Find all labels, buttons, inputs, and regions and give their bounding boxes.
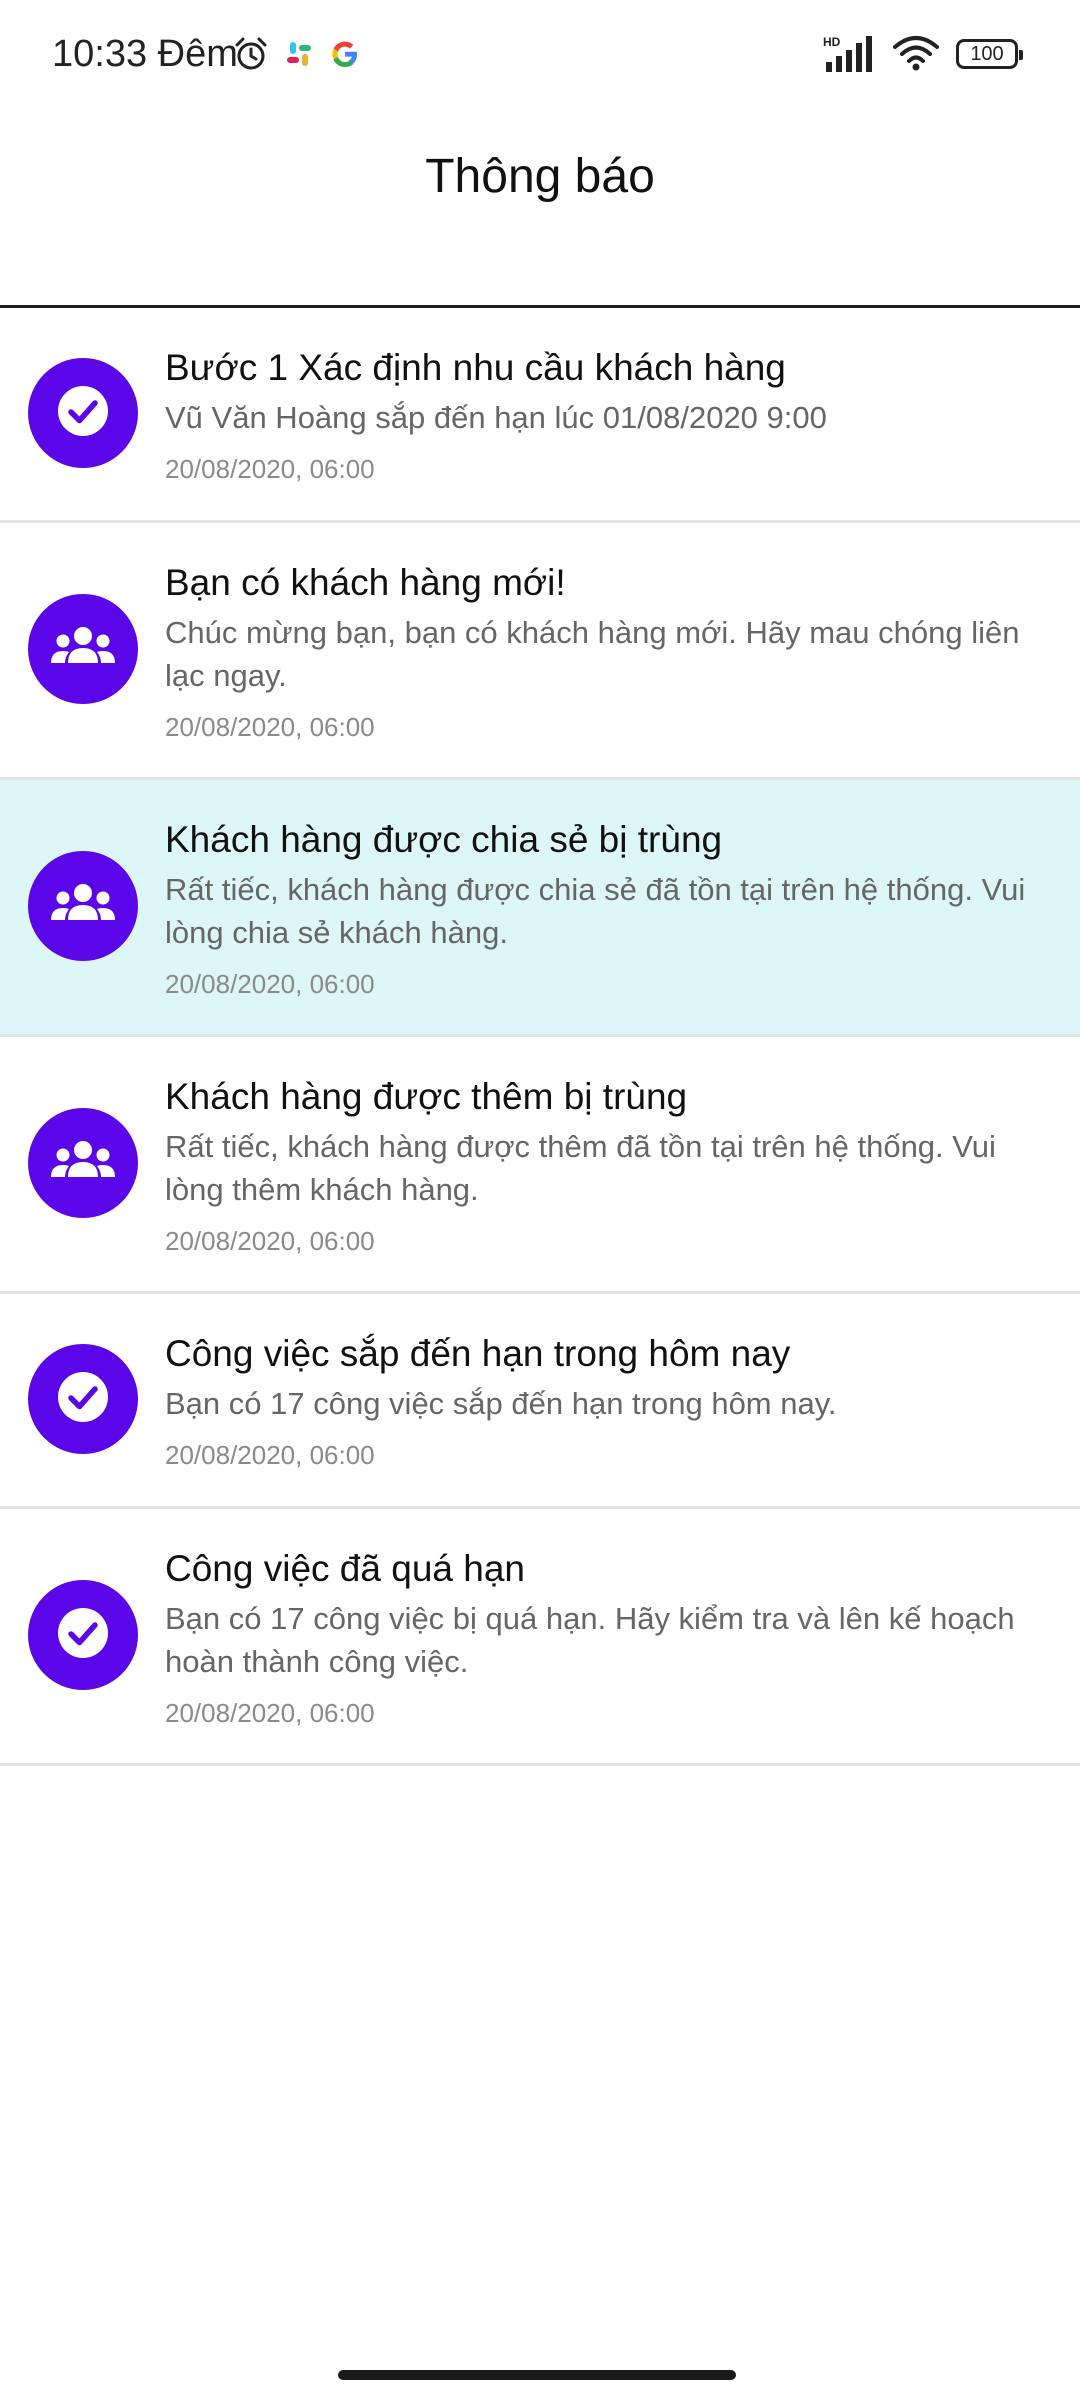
battery-icon: 100	[956, 39, 1023, 69]
notification-title: Khách hàng được chia sẻ bị trùng	[165, 819, 723, 860]
notification-body: Chúc mừng bạn, bạn có khách hàng mới. Hã…	[165, 615, 1020, 693]
notification-avatar	[28, 851, 138, 961]
notification-avatar	[28, 594, 138, 704]
wifi-icon	[892, 35, 940, 73]
notification-content: Bạn có khách hàng mới! Chúc mừng bạn, bạ…	[165, 559, 1052, 745]
app-header: Thông báo	[0, 108, 1080, 308]
notification-item[interactable]: Khách hàng được thêm bị trùng Rất tiếc, …	[0, 1037, 1080, 1294]
notification-content: Khách hàng được thêm bị trùng Rất tiếc, …	[165, 1073, 1052, 1259]
notification-item[interactable]: Khách hàng được chia sẻ bị trùng Rất tiế…	[0, 780, 1080, 1037]
alarm-icon	[232, 35, 270, 73]
notification-time: 20/08/2020, 06:00	[165, 454, 375, 484]
group-icon	[50, 1137, 116, 1190]
notification-title: Công việc sắp đến hạn trong hôm nay	[165, 1333, 791, 1374]
slack-icon	[284, 39, 314, 69]
hd-signal-icon: HD	[822, 34, 876, 74]
page-title: Thông báo	[425, 150, 655, 203]
status-left-icons	[232, 32, 362, 76]
notification-content: Khách hàng được chia sẻ bị trùng Rất tiế…	[165, 816, 1052, 1002]
notification-avatar	[28, 1108, 138, 1218]
notification-content: Công việc sắp đến hạn trong hôm nay Bạn …	[165, 1330, 1052, 1473]
svg-text:HD: HD	[823, 35, 841, 49]
notification-title: Bước 1 Xác định nhu cầu khách hàng	[165, 347, 786, 388]
notification-avatar	[28, 1580, 138, 1690]
notification-content: Bước 1 Xác định nhu cầu khách hàng Vũ Vă…	[165, 344, 1052, 487]
notification-time: 20/08/2020, 06:00	[165, 1226, 375, 1256]
google-icon	[328, 37, 362, 71]
status-bar: 10:33 Đêm HD 100	[0, 0, 1080, 108]
notification-list: Bước 1 Xác định nhu cầu khách hàng Vũ Vă…	[0, 308, 1080, 1766]
notification-item[interactable]: Công việc sắp đến hạn trong hôm nay Bạn …	[0, 1294, 1080, 1509]
notification-time: 20/08/2020, 06:00	[165, 1698, 375, 1728]
battery-level: 100	[970, 42, 1004, 65]
notification-time: 20/08/2020, 06:00	[165, 712, 375, 742]
notification-avatar	[28, 358, 138, 468]
notification-time: 20/08/2020, 06:00	[165, 1440, 375, 1470]
notification-item[interactable]: Công việc đã quá hạn Bạn có 17 công việc…	[0, 1509, 1080, 1766]
notification-title: Công việc đã quá hạn	[165, 1548, 525, 1589]
check-icon	[55, 383, 111, 444]
notification-body: Bạn có 17 công việc sắp đến hạn trong hô…	[165, 1386, 837, 1421]
notification-body: Bạn có 17 công việc bị quá hạn. Hãy kiểm…	[165, 1601, 1015, 1679]
notification-body: Vũ Văn Hoàng sắp đến hạn lúc 01/08/2020 …	[165, 400, 827, 435]
notification-avatar	[28, 1344, 138, 1454]
notification-time: 20/08/2020, 06:00	[165, 969, 375, 999]
notification-item[interactable]: Bước 1 Xác định nhu cầu khách hàng Vũ Vă…	[0, 308, 1080, 523]
check-icon	[55, 1605, 111, 1666]
notification-title: Bạn có khách hàng mới!	[165, 562, 566, 603]
notification-item[interactable]: Bạn có khách hàng mới! Chúc mừng bạn, bạ…	[0, 523, 1080, 780]
home-indicator[interactable]	[338, 2370, 736, 2380]
status-time: 10:33 Đêm	[52, 33, 238, 75]
group-icon	[50, 880, 116, 933]
group-icon	[50, 623, 116, 676]
notification-title: Khách hàng được thêm bị trùng	[165, 1076, 688, 1117]
notification-body: Rất tiếc, khách hàng được thêm đã tồn tạ…	[165, 1129, 996, 1207]
check-icon	[55, 1369, 111, 1430]
notification-body: Rất tiếc, khách hàng được chia sẻ đã tồn…	[165, 872, 1026, 950]
status-right-icons: HD 100	[822, 32, 1023, 76]
notification-content: Công việc đã quá hạn Bạn có 17 công việc…	[165, 1545, 1052, 1731]
